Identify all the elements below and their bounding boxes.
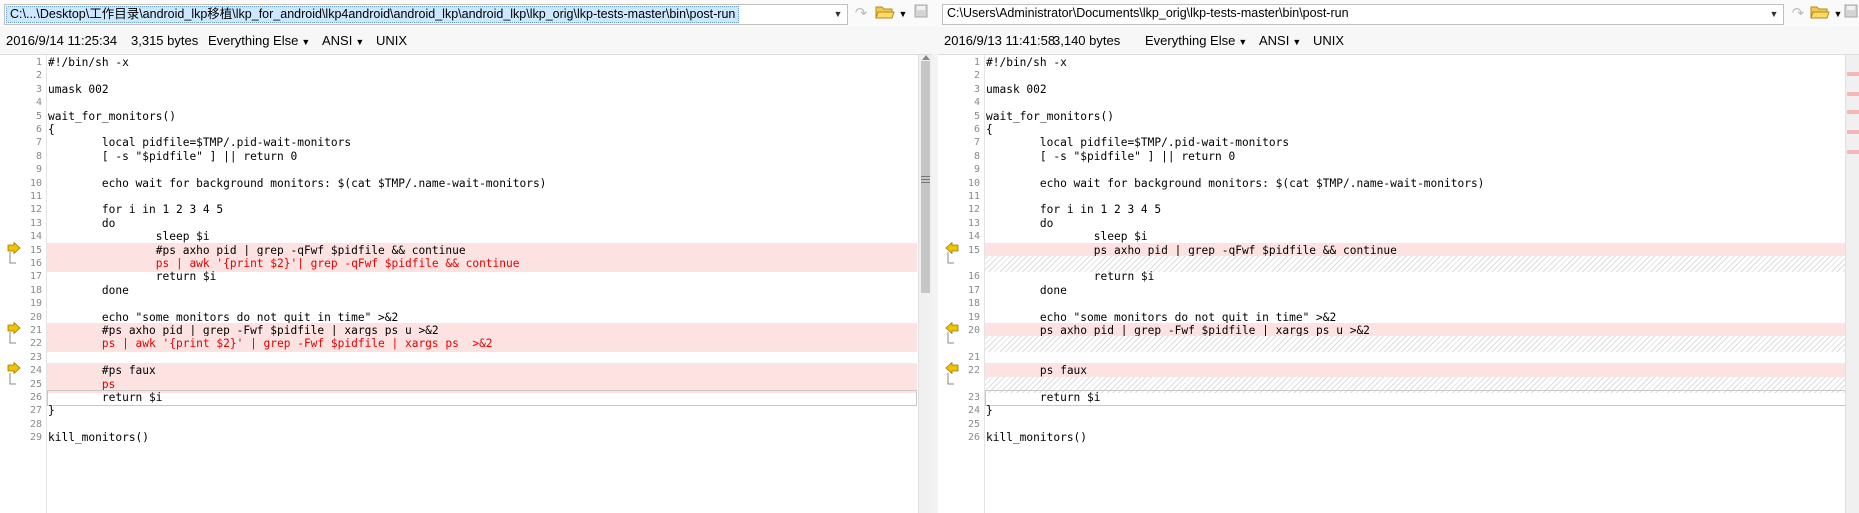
file-date: 2016/9/14 11:25:34 bbox=[6, 33, 118, 48]
line-ending-label: UNIX bbox=[376, 33, 408, 48]
encoding-label: ANSI bbox=[1259, 33, 1290, 48]
right-path-bar: C:\Users\Administrator\Documents\lkp_ori… bbox=[938, 0, 1859, 27]
scroll-up-icon[interactable] bbox=[922, 55, 930, 60]
overview-diff-mark bbox=[1847, 130, 1859, 134]
filter-label: Everything Else bbox=[208, 33, 299, 48]
left-info-bar: 2016/9/14 11:25:34 3,315 bytes Everythin… bbox=[0, 27, 938, 55]
right-code-area[interactable]: #!/bin/sh -x umask 002 wait_for_monitors()… bbox=[985, 55, 1859, 513]
code-text: kill_monitors() bbox=[48, 431, 150, 444]
right-pane: C:\Users\Administrator\Documents\lkp_ori… bbox=[938, 0, 1859, 513]
diff-bracket-icon bbox=[7, 373, 23, 389]
overview-diff-mark bbox=[1847, 110, 1859, 114]
chevron-down-icon[interactable]: ▼ bbox=[1767, 7, 1781, 21]
left-scrollbar[interactable] bbox=[918, 55, 933, 513]
left-path-text[interactable]: C:\...\Desktop\工作目录\android_lkp移植\lkp_fo… bbox=[6, 6, 740, 23]
caret-down-icon: ▼ bbox=[1292, 37, 1302, 47]
overview-diff-mark bbox=[1847, 150, 1859, 154]
file-date: 2016/9/13 11:41:58 bbox=[944, 33, 1056, 48]
diff-bracket-icon bbox=[7, 252, 23, 268]
code-line[interactable]: kill_monitors() bbox=[47, 430, 917, 446]
filter-dropdown[interactable]: Everything Else ▼ bbox=[208, 27, 310, 54]
diff-bracket-icon bbox=[945, 332, 961, 348]
navigate-icon[interactable]: ↷ bbox=[850, 4, 872, 24]
left-pane: C:\...\Desktop\工作目录\android_lkp移植\lkp_fo… bbox=[0, 0, 938, 513]
save-icon[interactable] bbox=[910, 4, 932, 24]
right-path-text[interactable]: C:\Users\Administrator\Documents\lkp_ori… bbox=[944, 6, 1352, 21]
line-ending-label: UNIX bbox=[1313, 33, 1345, 48]
caret-down-icon: ▼ bbox=[1238, 37, 1248, 47]
filter-label: Everything Else bbox=[1145, 33, 1236, 48]
right-info-bar: 2016/9/13 11:41:58 3,140 bytes Everythin… bbox=[938, 27, 1859, 55]
right-editor[interactable]: 1 2 3 4 5 6 7 8 9 10 11 12 13 14 15 16 17 18 19 20 21 22 23 24 2… bbox=[938, 55, 1859, 513]
code-text: kill_monitors() bbox=[986, 431, 1088, 444]
file-size: 3,140 bytes bbox=[1053, 33, 1121, 48]
left-path-combobox[interactable]: C:\...\Desktop\工作目录\android_lkp移植\lkp_fo… bbox=[4, 4, 848, 25]
left-code-area[interactable]: #!/bin/sh -x umask 002 wait_for_monitors()… bbox=[47, 55, 917, 513]
chevron-down-icon[interactable]: ▼ bbox=[831, 7, 845, 21]
caret-down-icon: ▼ bbox=[301, 37, 311, 47]
save-icon[interactable] bbox=[1840, 4, 1859, 24]
encoding-dropdown[interactable]: ANSI ▼ bbox=[1259, 27, 1301, 54]
file-size: 3,315 bytes bbox=[131, 33, 199, 48]
line-number: 29 bbox=[29, 432, 42, 443]
diff-bracket-icon bbox=[945, 252, 961, 268]
diff-bracket-icon bbox=[945, 373, 961, 389]
caret-down-icon: ▼ bbox=[355, 37, 365, 47]
left-editor[interactable]: 1 2 3 4 5 6 7 8 9 10 11 12 13 14 15 16 17 18 19 20 21 22 23 24 2… bbox=[0, 55, 938, 513]
encoding-dropdown[interactable]: ANSI ▼ bbox=[322, 27, 364, 54]
encoding-label: ANSI bbox=[322, 33, 353, 48]
right-gutter: 1 2 3 4 5 6 7 8 9 10 11 12 13 14 15 16 17 18 19 20 21 22 23 24 2… bbox=[938, 55, 985, 513]
code-line[interactable]: kill_monitors() bbox=[985, 430, 1859, 446]
line-number: 26 bbox=[967, 432, 980, 443]
left-gutter: 1 2 3 4 5 6 7 8 9 10 11 12 13 14 15 16 17 18 19 20 21 22 23 24 2… bbox=[0, 55, 47, 513]
overview-diff-mark bbox=[1847, 72, 1859, 76]
navigate-icon[interactable]: ↷ bbox=[1787, 4, 1809, 24]
right-overview-bar[interactable] bbox=[1845, 55, 1859, 513]
left-path-bar: C:\...\Desktop\工作目录\android_lkp移植\lkp_fo… bbox=[0, 0, 938, 27]
filter-dropdown[interactable]: Everything Else ▼ bbox=[1145, 27, 1247, 54]
diff-bracket-icon bbox=[7, 332, 23, 348]
overview-diff-mark bbox=[1847, 92, 1859, 96]
grip-icon bbox=[921, 172, 930, 183]
right-path-combobox[interactable]: C:\Users\Administrator\Documents\lkp_ori… bbox=[942, 4, 1784, 25]
